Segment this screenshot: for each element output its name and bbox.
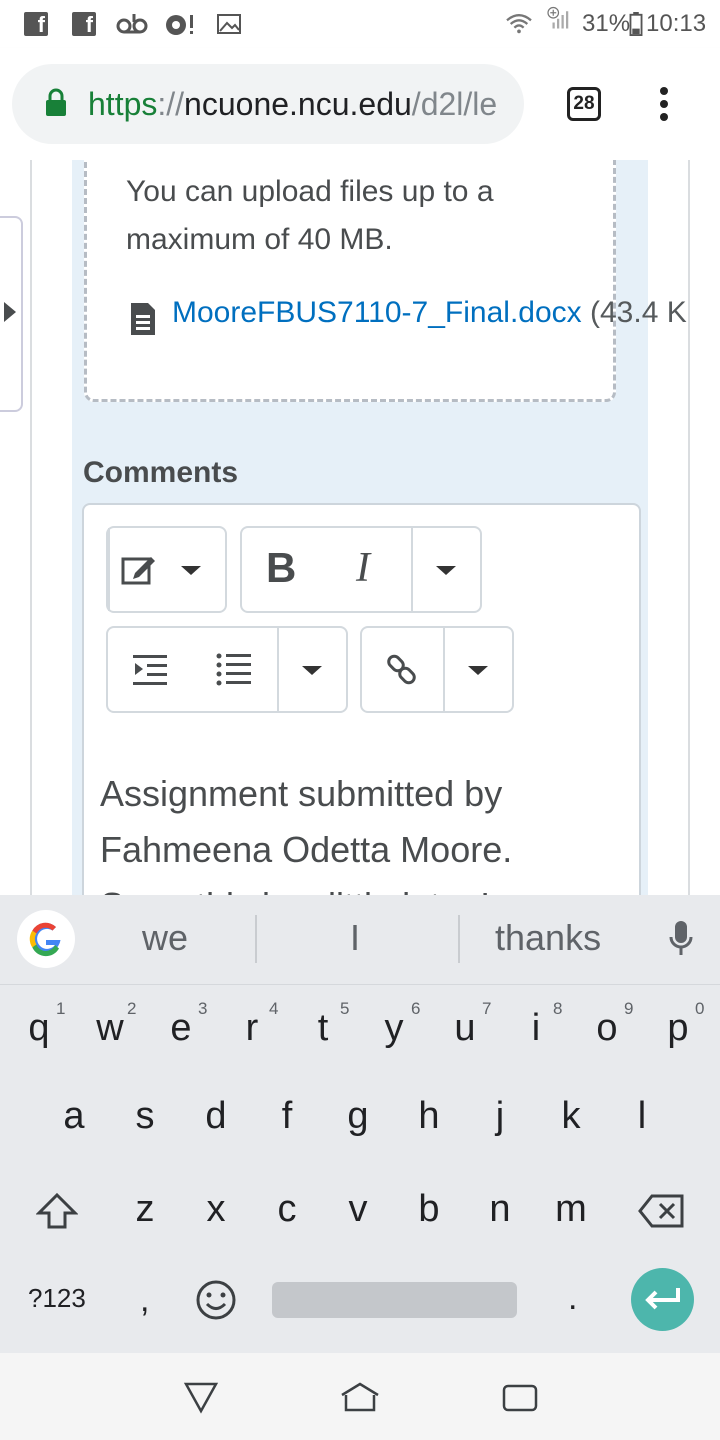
key-hint-7: 7 bbox=[482, 999, 492, 1018]
insert-stuff-icon[interactable] bbox=[121, 553, 157, 585]
editor-line: Fahmeena Odetta Moore. bbox=[100, 829, 513, 870]
indent-icon[interactable] bbox=[131, 653, 169, 687]
key-hint-9: 9 bbox=[624, 999, 634, 1018]
url-scheme: https bbox=[88, 86, 158, 122]
backspace-icon[interactable] bbox=[638, 1194, 684, 1228]
suggestion-1[interactable]: we bbox=[142, 917, 188, 959]
key-x[interactable]: x bbox=[186, 1188, 246, 1231]
key-hint-6: 6 bbox=[411, 999, 421, 1018]
upload-limit-text: You can upload files up to a maximum of … bbox=[126, 175, 494, 256]
more-options-icon[interactable] bbox=[656, 86, 672, 126]
chevron-right-icon[interactable] bbox=[4, 302, 16, 322]
key-z[interactable]: z bbox=[115, 1188, 175, 1231]
suggestion-bar: we I thanks bbox=[0, 895, 720, 985]
key-v[interactable]: v bbox=[328, 1188, 388, 1231]
key-hint-0: 0 bbox=[695, 999, 705, 1018]
attached-file-row: MooreFBUS7110-7_Final.docx (43.4 K bbox=[172, 296, 687, 330]
comments-editor-text[interactable]: Assignment submitted by Fahmeena Odetta … bbox=[100, 766, 620, 895]
wifi-icon bbox=[506, 14, 532, 34]
key-a[interactable]: a bbox=[44, 1095, 104, 1138]
attached-file-size: (43.4 K bbox=[590, 296, 687, 329]
document-icon bbox=[131, 303, 155, 335]
bulleted-list-icon[interactable] bbox=[215, 651, 253, 689]
suggestion-2[interactable]: I bbox=[350, 917, 360, 959]
tab-switcher-button[interactable]: 28 bbox=[567, 87, 601, 121]
facebook-notification-icon: f bbox=[24, 12, 48, 37]
attached-file-link[interactable]: MooreFBUS7110-7_Final.docx bbox=[172, 296, 582, 329]
clock: 10:13 bbox=[646, 10, 707, 37]
key-d[interactable]: d bbox=[186, 1095, 246, 1138]
list-dropdown-caret[interactable] bbox=[302, 666, 322, 675]
signal-icon bbox=[547, 6, 569, 29]
link-icon[interactable] bbox=[384, 652, 420, 688]
editor-line: Assignment submitted by bbox=[100, 773, 503, 814]
enter-icon[interactable] bbox=[642, 1285, 684, 1315]
facebook-notification-icon: f bbox=[72, 12, 96, 37]
key-hint-5: 5 bbox=[340, 999, 350, 1018]
soft-keyboard: we I thanks q1w2e3r4t5y6u7i8o9p0 asdfghj… bbox=[0, 895, 720, 1353]
key-hint-2: 2 bbox=[127, 999, 137, 1018]
format-dropdown-caret[interactable] bbox=[436, 566, 456, 575]
key-j[interactable]: j bbox=[470, 1095, 530, 1138]
space-bar[interactable] bbox=[272, 1282, 517, 1318]
period-key[interactable]: . bbox=[568, 1279, 577, 1318]
key-h[interactable]: h bbox=[399, 1095, 459, 1138]
key-hint-4: 4 bbox=[269, 999, 279, 1018]
browser-toolbar: https://ncuone.ncu.edu/d2l/le bbox=[0, 48, 720, 160]
battery-icon bbox=[629, 12, 643, 36]
content-border-right bbox=[688, 160, 690, 895]
battery-percent: 31% bbox=[582, 10, 631, 37]
back-nav-icon[interactable] bbox=[183, 1380, 219, 1414]
italic-button[interactable]: I bbox=[356, 544, 370, 592]
suggestion-3[interactable]: thanks bbox=[495, 917, 601, 959]
bold-button[interactable]: B bbox=[266, 544, 296, 592]
emoji-icon[interactable] bbox=[195, 1279, 237, 1321]
url-separator: :// bbox=[157, 86, 185, 122]
recents-nav-icon[interactable] bbox=[502, 1383, 538, 1413]
key-g[interactable]: g bbox=[328, 1095, 388, 1138]
voicemail-icon bbox=[116, 14, 148, 34]
sync-alert-icon bbox=[166, 15, 193, 35]
google-icon[interactable] bbox=[16, 909, 76, 969]
url-text[interactable]: https://ncuone.ncu.edu/d2l/le bbox=[88, 86, 508, 123]
insert-dropdown-caret[interactable] bbox=[181, 566, 201, 575]
editor-line: Sorry this is a little late. I bbox=[100, 878, 620, 895]
key-hint-3: 3 bbox=[198, 999, 208, 1018]
key-hint-1: 1 bbox=[56, 999, 66, 1018]
comma-key[interactable]: , bbox=[140, 1281, 149, 1320]
url-path: /d2l/le bbox=[411, 86, 498, 122]
image-notification-icon bbox=[217, 14, 241, 34]
key-n[interactable]: n bbox=[470, 1188, 530, 1231]
key-m[interactable]: m bbox=[541, 1188, 601, 1231]
comments-label: Comments bbox=[83, 456, 239, 489]
key-b[interactable]: b bbox=[399, 1188, 459, 1231]
url-host: ncuone.ncu.edu bbox=[184, 86, 412, 122]
lock-icon bbox=[46, 88, 66, 116]
symbols-key[interactable]: ?123 bbox=[28, 1283, 86, 1314]
microphone-icon[interactable] bbox=[668, 919, 694, 959]
key-hint-8: 8 bbox=[553, 999, 563, 1018]
key-l[interactable]: l bbox=[612, 1095, 672, 1138]
key-k[interactable]: k bbox=[541, 1095, 601, 1138]
navigation-bar bbox=[0, 1353, 720, 1440]
shift-icon[interactable] bbox=[36, 1192, 78, 1230]
content-border-left bbox=[30, 160, 32, 895]
key-c[interactable]: c bbox=[257, 1188, 317, 1231]
web-page: You can upload files up to a maximum of … bbox=[0, 160, 720, 895]
key-f[interactable]: f bbox=[257, 1095, 317, 1138]
link-dropdown-caret[interactable] bbox=[468, 666, 488, 675]
key-s[interactable]: s bbox=[115, 1095, 175, 1138]
status-bar: f f 31% 10:13 bbox=[0, 0, 720, 48]
home-nav-icon[interactable] bbox=[340, 1381, 380, 1413]
